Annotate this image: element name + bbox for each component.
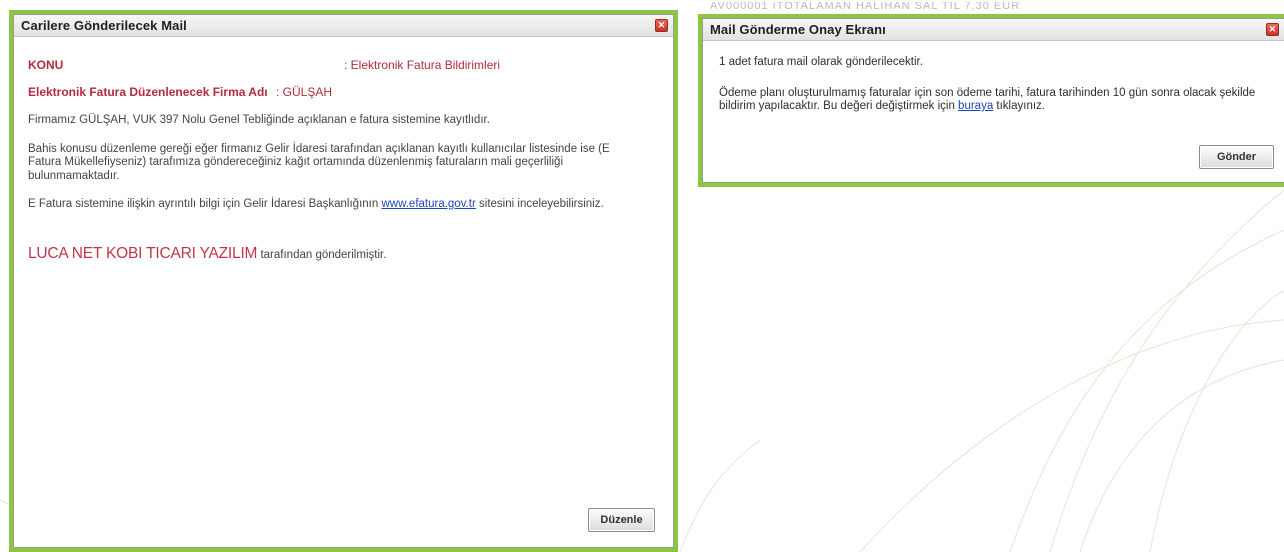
subject-value: : Elektronik Fatura Bildirimleri (344, 58, 501, 72)
background-grid-row: AV000001 İTOTALAMAN HALİHAN SAL TİL 7.30… (710, 2, 1021, 10)
company-label: Elektronik Fatura Düzenlenecek Firma Adı (28, 85, 268, 99)
mail-preview-body: KONU : Elektronik Fatura Bildirimleri El… (14, 37, 673, 263)
sent-by-suffix: tarafından gönderilmiştir. (257, 248, 387, 261)
mail-preview-window-frame: Carilere Gönderilecek Mail ✕ KONU : Elek… (9, 10, 678, 552)
close-icon[interactable]: ✕ (1266, 23, 1279, 36)
registration-paragraph: Firmamız GÜLŞAH, VUK 397 Nolu Genel Tebl… (28, 114, 490, 126)
info-text-suffix: sitesini inceleyebilirsiniz. (475, 198, 604, 210)
confirm-body: 1 adet fatura mail olarak gönderilecekti… (703, 41, 1284, 114)
confirm-window-frame: Mail Gönderme Onay Ekranı ✕ 1 adet fatur… (698, 14, 1284, 187)
subject-row: KONU : Elektronik Fatura Bildirimleri (28, 55, 659, 75)
subject-label: KONU (28, 58, 64, 72)
info-paragraph: E Fatura sistemine ilişkin ayrıntılı bil… (28, 198, 659, 212)
mail-preview-titlebar[interactable]: Carilere Gönderilecek Mail ✕ (14, 15, 673, 37)
send-button[interactable]: Gönder (1199, 145, 1274, 169)
mail-preview-title: Carilere Gönderilecek Mail (21, 18, 187, 33)
due-date-message: Ödeme planı oluşturulmamış faturalar içi… (719, 87, 1268, 114)
confirm-window: Mail Gönderme Onay Ekranı ✕ 1 adet fatur… (702, 18, 1284, 183)
info-text-prefix: E Fatura sistemine ilişkin ayrıntılı bil… (28, 198, 382, 210)
invoice-count-message: 1 adet fatura mail olarak gönderilecekti… (719, 56, 923, 68)
efatura-link[interactable]: www.efatura.gov.tr (381, 198, 475, 210)
close-icon[interactable]: ✕ (655, 19, 668, 32)
sent-by-line: LUCA NET KOBI TICARI YAZILIM tarafından … (28, 245, 659, 263)
mail-preview-window: Carilere Gönderilecek Mail ✕ KONU : Elek… (13, 14, 674, 548)
confirm-title: Mail Gönderme Onay Ekranı (710, 22, 886, 37)
confirm-titlebar[interactable]: Mail Gönderme Onay Ekranı ✕ (703, 19, 1284, 41)
company-row: Elektronik Fatura Düzenlenecek Firma Adı… (28, 82, 659, 102)
company-value: : GÜLŞAH (276, 85, 333, 99)
edit-button[interactable]: Düzenle (588, 508, 655, 532)
validity-paragraph: Bahis konusu düzenleme gereği eğer firma… (28, 142, 610, 182)
due-date-text-suffix: tıklayınız. (993, 100, 1045, 112)
brand-name: LUCA NET KOBI TICARI YAZILIM (28, 244, 258, 262)
change-value-link[interactable]: buraya (958, 100, 993, 112)
